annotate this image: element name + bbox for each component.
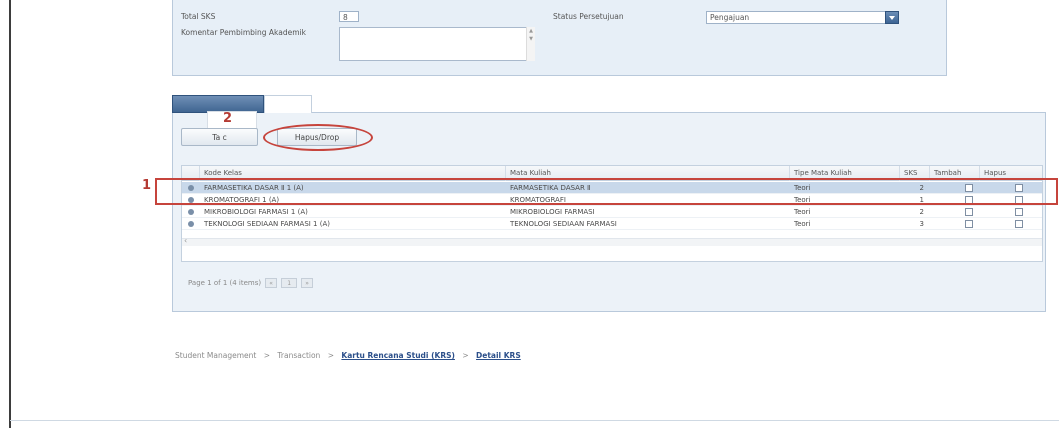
breadcrumb-student-management[interactable]: Student Management <box>175 351 256 360</box>
tambah-checkbox[interactable] <box>965 208 973 216</box>
hapus-checkbox[interactable] <box>1015 220 1023 228</box>
komentar-label: Komentar Pembimbing Akademik <box>181 28 306 37</box>
selected-row-highlight <box>155 178 1058 205</box>
total-sks-field: 8 <box>339 11 359 22</box>
tambah-checkbox[interactable] <box>965 220 973 228</box>
tipe-cell: Teori <box>794 208 811 216</box>
tipe-cell: Teori <box>794 220 811 228</box>
sks-cell: 3 <box>919 220 924 228</box>
row-expander-icon[interactable] <box>188 221 194 227</box>
breadcrumb-detail-krs-link[interactable]: Detail KRS <box>476 351 521 360</box>
pager-first-icon[interactable]: « <box>265 278 278 288</box>
hapus-drop-highlight <box>263 124 373 151</box>
status-persetujuan-value: Pengajuan <box>710 13 750 22</box>
pager: Page 1 of 1 (4 items) « 1 » <box>188 277 314 289</box>
step-1-marker: 1 <box>142 178 152 193</box>
bottom-divider <box>10 420 1059 421</box>
table-row[interactable]: TEKNOLOGI SEDIAAN FARMASI 1 (A) TEKNOLOG… <box>182 218 1042 230</box>
step-2-marker: 2 <box>223 111 233 126</box>
total-sks-label: Total SKS <box>181 12 216 21</box>
krs-header-panel: Total SKS 8 Komentar Pembimbing Akademik… <box>172 0 947 76</box>
breadcrumb-krs-link[interactable]: Kartu Rencana Studi (KRS) <box>341 351 455 360</box>
select-dropdown-icon[interactable] <box>885 11 899 24</box>
pager-summary: Page 1 of 1 (4 items) <box>188 279 262 287</box>
breadcrumb: Student Management > Transaction > Kartu… <box>175 351 521 360</box>
textarea-scrollbar[interactable]: ▲ ▼ <box>526 27 535 61</box>
komentar-textarea[interactable] <box>339 27 535 61</box>
breadcrumb-separator: > <box>327 351 334 360</box>
tambah-button[interactable]: Ta c <box>181 128 258 146</box>
status-persetujuan-label: Status Persetujuan <box>553 12 624 21</box>
breadcrumb-transaction[interactable]: Transaction <box>277 351 320 360</box>
table-row[interactable]: MIKROBIOLOGI FARMASI 1 (A) MIKROBIOLOGI … <box>182 206 1042 218</box>
pager-page-button[interactable]: 1 <box>281 278 298 288</box>
mata-kuliah-cell: TEKNOLOGI SEDIAAN FARMASI <box>510 220 617 228</box>
sks-cell: 2 <box>919 208 924 216</box>
pager-last-icon[interactable]: » <box>301 278 314 288</box>
tab-inactive[interactable] <box>264 95 312 113</box>
status-persetujuan-select[interactable]: Pengajuan <box>706 11 899 24</box>
table-horizontal-scrollbar[interactable] <box>182 236 1042 246</box>
row-expander-icon[interactable] <box>188 209 194 215</box>
mata-kuliah-cell: MIKROBIOLOGI FARMASI <box>510 208 595 216</box>
left-border <box>9 0 11 428</box>
breadcrumb-separator: > <box>263 351 271 360</box>
kode-kelas-cell: MIKROBIOLOGI FARMASI 1 (A) <box>204 208 308 216</box>
hapus-checkbox[interactable] <box>1015 208 1023 216</box>
breadcrumb-separator: > <box>462 351 469 360</box>
kode-kelas-cell: TEKNOLOGI SEDIAAN FARMASI 1 (A) <box>204 220 330 228</box>
